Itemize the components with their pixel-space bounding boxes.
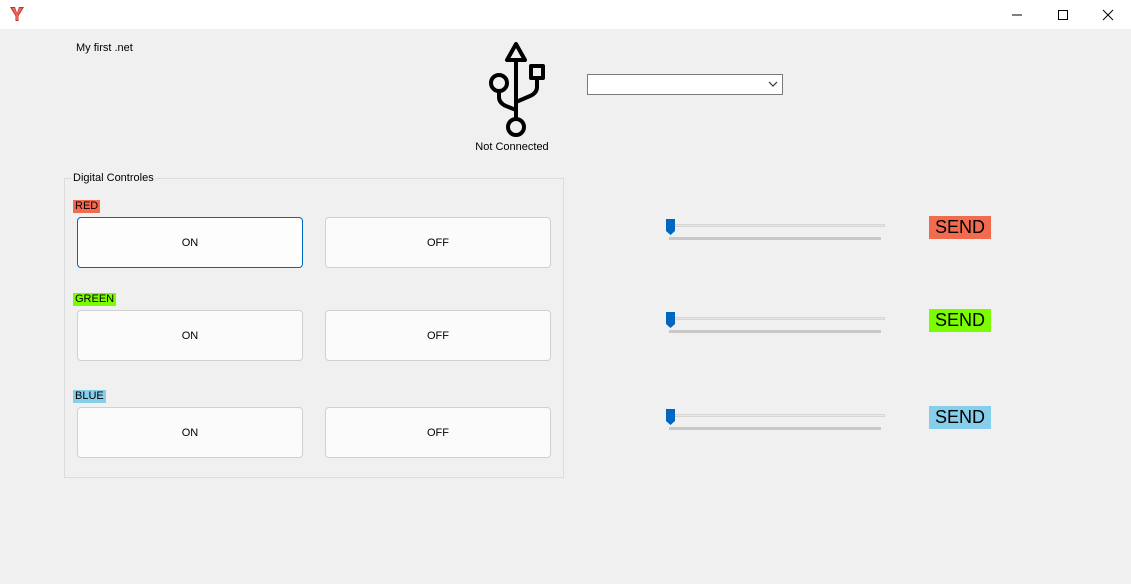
green-off-button[interactable]: OFF <box>325 310 551 361</box>
green-slider[interactable] <box>663 311 888 341</box>
title-bar <box>0 0 1131 29</box>
minimize-icon <box>1012 14 1022 15</box>
red-off-button[interactable]: OFF <box>325 217 551 268</box>
slider-track <box>669 224 885 227</box>
green-on-button[interactable]: ON <box>77 310 303 361</box>
caption-label: My first .net <box>76 42 133 54</box>
digital-controls-title: Digital Controles <box>71 172 156 184</box>
close-button[interactable] <box>1085 0 1131 29</box>
slider-scale <box>669 427 881 430</box>
connection-status-label: Not Connected <box>475 141 549 153</box>
slider-thumb[interactable] <box>665 311 676 329</box>
slider-scale <box>669 330 881 333</box>
blue-label: BLUE <box>73 390 106 403</box>
blue-slider[interactable] <box>663 408 888 438</box>
blue-send-button[interactable]: SEND <box>929 406 991 429</box>
green-send-button[interactable]: SEND <box>929 309 991 332</box>
maximize-icon <box>1058 9 1068 20</box>
red-on-button[interactable]: ON <box>77 217 303 268</box>
minimize-button[interactable] <box>994 0 1040 29</box>
slider-track <box>669 414 885 417</box>
red-slider[interactable] <box>663 218 888 248</box>
red-label: RED <box>73 200 101 213</box>
chevron-down-icon <box>768 81 778 87</box>
slider-thumb[interactable] <box>665 218 676 236</box>
maximize-button[interactable] <box>1040 0 1086 29</box>
close-icon <box>1102 9 1114 20</box>
slider-thumb[interactable] <box>665 408 676 426</box>
port-select[interactable] <box>587 74 783 95</box>
blue-on-button[interactable]: ON <box>77 407 303 458</box>
green-label: GREEN <box>73 293 117 306</box>
y-logo-icon <box>10 7 24 21</box>
slider-track <box>669 317 885 320</box>
slider-scale <box>669 237 881 240</box>
blue-off-button[interactable]: OFF <box>325 407 551 458</box>
usb-icon <box>489 42 545 137</box>
red-send-button[interactable]: SEND <box>929 216 991 239</box>
